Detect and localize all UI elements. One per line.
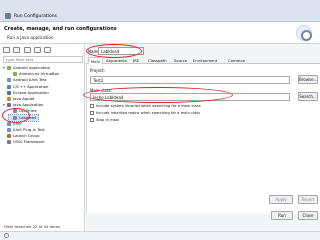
tab-source-label: Source bbox=[174, 58, 188, 63]
app-icon bbox=[5, 13, 11, 19]
duplicate-config-icon[interactable] bbox=[13, 47, 21, 53]
stop-in-main-checkbox[interactable] bbox=[90, 118, 94, 122]
highlight-oval-tree-item bbox=[2, 108, 30, 123]
highlight-oval-main-class bbox=[83, 87, 233, 103]
project-browse-label: Browse... bbox=[299, 77, 318, 82]
dialog-footer bbox=[0, 231, 320, 240]
include-system-libraries-label: Include system libraries when searching … bbox=[96, 104, 201, 108]
project-label: Project: bbox=[90, 68, 106, 73]
new-config-icon[interactable] bbox=[3, 47, 10, 53]
revert-label: Revert bbox=[301, 197, 315, 202]
project-field[interactable]: Test2 bbox=[90, 76, 290, 84]
tree-item-label: Android JUnit Test bbox=[13, 77, 47, 83]
tree-item-label: Android Application bbox=[13, 65, 51, 70]
config-type-icon bbox=[7, 66, 11, 70]
tree-item[interactable]: OSGi Framework bbox=[3, 139, 45, 145]
help-icon[interactable] bbox=[4, 233, 9, 238]
tab-environment[interactable]: Environment bbox=[191, 57, 219, 64]
tree-item-label: Android ex VirtuaBox bbox=[19, 71, 60, 77]
close-button[interactable]: Close bbox=[298, 211, 318, 220]
header-subtitle: Run a Java application bbox=[7, 35, 54, 40]
tab-source[interactable]: Source bbox=[172, 57, 189, 64]
config-type-icon bbox=[7, 103, 11, 108]
tree-item-label: JUnit Plug-in Test bbox=[13, 127, 45, 132]
tab-main[interactable]: Main bbox=[88, 57, 104, 64]
config-type-icon bbox=[7, 90, 11, 95]
project-field-value: Test2 bbox=[93, 78, 104, 83]
header-title: Create, manage, and run configurations bbox=[4, 26, 117, 32]
tree-item-label: Java Application bbox=[13, 102, 44, 108]
tab-classpath[interactable]: Classpath bbox=[146, 57, 169, 64]
config-tabs: Main Arguments JRE Classpath Source Envi… bbox=[86, 56, 320, 64]
tree-item[interactable]: C/C++ Application bbox=[3, 84, 48, 90]
project-browse-button[interactable]: Browse... bbox=[298, 75, 318, 84]
main-class-search-label: Search... bbox=[299, 94, 317, 99]
include-inherited-mains-label: Include inherited mains when searching f… bbox=[96, 111, 201, 115]
tree-item-label: Java Applet bbox=[13, 96, 35, 101]
config-type-icon bbox=[7, 97, 11, 101]
window-title: Run Configurations bbox=[14, 14, 57, 19]
tree-filter-placeholder: type filter text bbox=[6, 57, 34, 62]
tab-environment-label: Environment bbox=[193, 58, 218, 63]
run-button[interactable]: Run bbox=[271, 211, 293, 220]
tab-arguments-label: Arguments bbox=[106, 58, 127, 63]
collapse-all-icon[interactable] bbox=[33, 47, 41, 53]
run-configurations-icon bbox=[296, 25, 312, 41]
filter-status: Filter matched 22 of 44 items bbox=[4, 224, 61, 229]
tree-item-label: C/C++ Application bbox=[13, 83, 49, 89]
tree-item[interactable]: Android ex VirtuaBox bbox=[9, 71, 59, 77]
config-type-icon bbox=[7, 84, 11, 89]
tab-jre-label: JRE bbox=[133, 58, 140, 63]
tree-item[interactable]: Eclipse Application bbox=[3, 90, 49, 96]
apply-label: Apply bbox=[275, 197, 287, 202]
tree-item[interactable]: Java Applet bbox=[3, 96, 35, 102]
tree-toolbar bbox=[3, 47, 81, 55]
tree-item-label: OSGi Framework bbox=[13, 139, 45, 145]
config-type-icon bbox=[7, 140, 11, 145]
config-type-icon bbox=[7, 128, 11, 132]
tab-jre[interactable]: JRE bbox=[131, 57, 141, 64]
main-class-search-button[interactable]: Search... bbox=[298, 92, 318, 101]
config-type-icon bbox=[7, 78, 11, 83]
tree-item[interactable]: JUnit Plug-in Test bbox=[3, 127, 45, 133]
stop-in-main-label: Stop in main bbox=[96, 118, 120, 122]
tree-item[interactable]: ▾ Java Application bbox=[3, 102, 43, 108]
config-type-icon bbox=[7, 134, 11, 139]
tab-classpath-label: Classpath bbox=[148, 58, 167, 63]
run-label: Run bbox=[278, 213, 286, 218]
tree-item-label: Launch Group bbox=[13, 133, 40, 139]
delete-config-icon[interactable] bbox=[23, 47, 31, 53]
tree-filter-input[interactable]: type filter text bbox=[3, 56, 83, 63]
close-label: Close bbox=[302, 213, 314, 218]
tree-item[interactable]: Android JUnit Test bbox=[3, 77, 46, 83]
config-type-icon bbox=[13, 72, 17, 77]
include-inherited-mains-checkbox[interactable] bbox=[90, 111, 94, 115]
tab-common[interactable]: Common bbox=[226, 57, 247, 64]
tree-item[interactable]: Launch Group bbox=[3, 133, 40, 139]
apply-button[interactable]: Apply bbox=[269, 195, 293, 204]
main-tab-content bbox=[86, 64, 320, 214]
tab-common-label: Common bbox=[228, 58, 246, 63]
revert-button[interactable]: Revert bbox=[298, 195, 318, 204]
tree-item[interactable]: ▾ Android Application bbox=[3, 65, 50, 71]
filter-icon[interactable] bbox=[44, 47, 52, 53]
tab-arguments[interactable]: Arguments bbox=[104, 57, 129, 64]
tree-item-label: Eclipse Application bbox=[13, 89, 49, 95]
include-system-libraries-checkbox[interactable] bbox=[90, 104, 94, 108]
